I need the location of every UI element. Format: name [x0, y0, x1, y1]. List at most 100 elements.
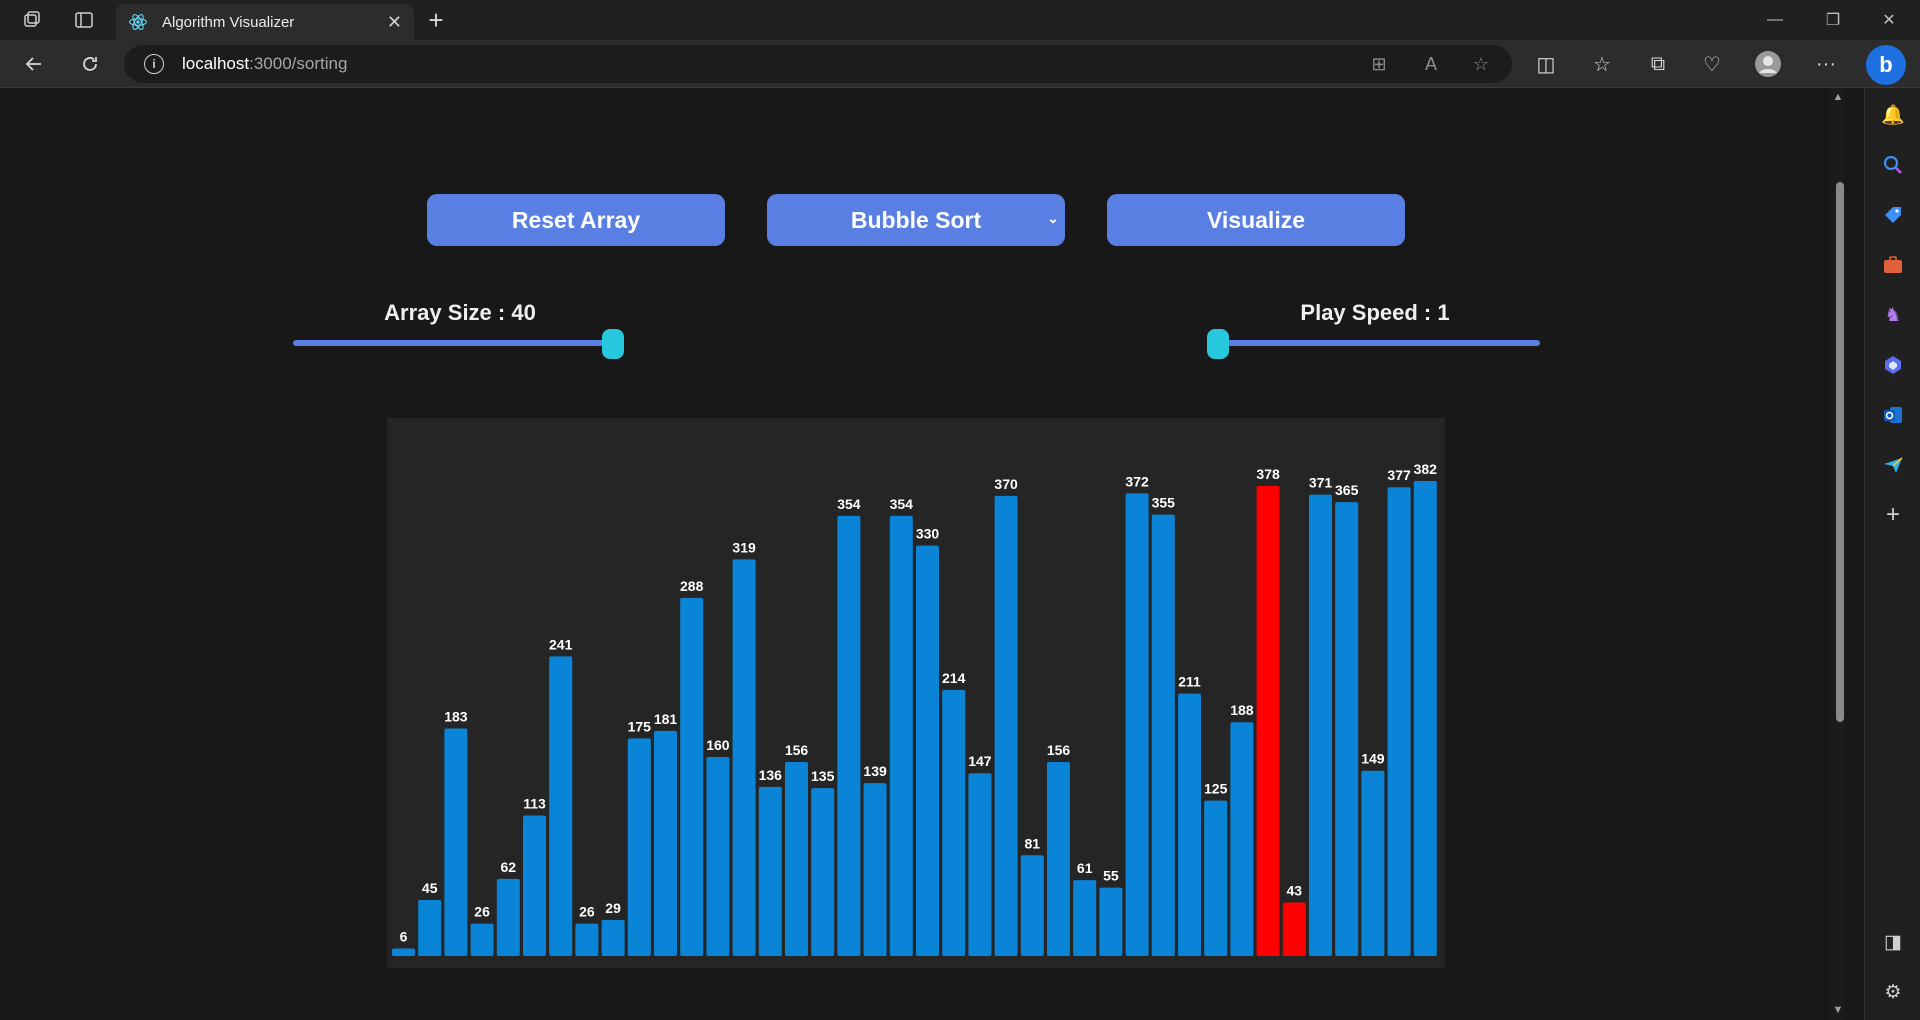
- profile-avatar-icon[interactable]: [1750, 48, 1786, 80]
- array-size-slider-thumb[interactable]: [602, 329, 624, 359]
- bar: [444, 728, 468, 956]
- restore-icon[interactable]: ❐: [1810, 0, 1856, 40]
- bar: [392, 948, 415, 956]
- bar: [523, 815, 546, 956]
- bar-value-label: 371: [1309, 475, 1333, 491]
- visualize-button[interactable]: Visualize: [1107, 194, 1405, 246]
- add-sidebar-app-icon[interactable]: +: [1879, 501, 1907, 529]
- search-icon[interactable]: [1879, 151, 1907, 179]
- browser-toolbar: i localhost:3000/sorting ⊞ A ☆ ◫ ☆ ⧉ ♡ ·…: [0, 40, 1920, 88]
- browser-essentials-icon[interactable]: ♡: [1694, 48, 1730, 80]
- tab-algorithm-visualizer[interactable]: Algorithm Visualizer ✕: [116, 4, 414, 40]
- bar: [942, 689, 966, 956]
- bar-value-label: 372: [1125, 473, 1149, 489]
- close-window-icon[interactable]: ✕: [1866, 0, 1912, 40]
- bar-value-label: 45: [422, 880, 438, 896]
- bar-value-label: 183: [444, 708, 468, 724]
- bar-value-label: 378: [1256, 466, 1280, 482]
- bar: [601, 919, 625, 956]
- bar: [968, 773, 992, 956]
- read-aloud-icon[interactable]: A: [1418, 53, 1444, 75]
- array-size-slider-track[interactable]: [293, 340, 623, 346]
- more-options-icon[interactable]: ···: [1808, 48, 1844, 80]
- address-bar[interactable]: i localhost:3000/sorting ⊞ A ☆: [124, 45, 1512, 83]
- edge-sidebar: 🔔 ♞ + ◨ ⚙: [1864, 88, 1920, 1020]
- notifications-bell-icon[interactable]: 🔔: [1879, 101, 1907, 129]
- bar-value-label: 211: [1178, 674, 1201, 690]
- bar-value-label: 61: [1077, 860, 1093, 876]
- bar-value-label: 135: [811, 768, 835, 784]
- games-chess-icon[interactable]: ♞: [1879, 301, 1907, 329]
- bar: [758, 786, 782, 956]
- back-button[interactable]: [16, 48, 52, 80]
- bar: [863, 783, 887, 956]
- close-tab-icon[interactable]: ✕: [387, 12, 402, 33]
- bar: [732, 559, 756, 956]
- bar-value-label: 175: [628, 718, 652, 734]
- bar-value-label: 354: [890, 496, 914, 512]
- scroll-up-icon[interactable]: ▲: [1832, 91, 1844, 103]
- bar: [654, 730, 677, 956]
- bar: [418, 900, 442, 956]
- workspaces-icon[interactable]: [14, 6, 50, 34]
- bar: [1073, 880, 1097, 956]
- bar-value-label: 147: [968, 753, 992, 769]
- sidebar-settings-gear-icon[interactable]: ⚙: [1879, 978, 1907, 1006]
- tab-actions-icon[interactable]: [66, 6, 102, 34]
- bar-value-label: 330: [916, 526, 940, 542]
- bar: [811, 788, 835, 956]
- hide-sidebar-icon[interactable]: ◨: [1879, 928, 1907, 956]
- bar: [1335, 502, 1359, 956]
- bar: [889, 515, 913, 956]
- bar: [470, 923, 494, 956]
- site-info-icon[interactable]: i: [144, 54, 164, 74]
- bar-value-label: 188: [1230, 702, 1254, 718]
- collections-icon[interactable]: ⧉: [1640, 48, 1676, 80]
- shopping-tag-icon[interactable]: [1879, 201, 1907, 229]
- bar-value-label: 241: [549, 636, 573, 652]
- bar-value-label: 377: [1387, 467, 1411, 483]
- bar: [1387, 487, 1411, 956]
- bar: [706, 757, 730, 956]
- play-speed-slider-track[interactable]: [1210, 340, 1540, 346]
- minimize-icon[interactable]: —: [1752, 0, 1798, 40]
- title-bar: Algorithm Visualizer ✕ + — ❐ ✕: [0, 0, 1920, 40]
- bar-value-label: 55: [1103, 868, 1119, 884]
- favorite-star-icon[interactable]: ☆: [1468, 53, 1494, 75]
- bar: [1151, 514, 1175, 956]
- bar: [1361, 770, 1385, 956]
- refresh-button[interactable]: [72, 48, 108, 80]
- bar-value-label: 354: [837, 496, 861, 512]
- bar: [1125, 493, 1149, 956]
- new-tab-button[interactable]: +: [420, 5, 452, 35]
- bar-value-label: 214: [942, 670, 966, 686]
- bar-value-label: 62: [501, 859, 517, 875]
- bar-value-label: 370: [994, 476, 1018, 492]
- bing-copilot-icon[interactable]: b: [1866, 45, 1906, 85]
- bar-value-label: 156: [1047, 742, 1071, 758]
- scrollbar-thumb[interactable]: [1836, 182, 1844, 722]
- send-drop-icon[interactable]: [1879, 451, 1907, 479]
- outlook-icon[interactable]: [1879, 401, 1907, 429]
- bar-value-label: 26: [474, 904, 490, 920]
- microsoft-365-icon[interactable]: [1879, 351, 1907, 379]
- bar: [1099, 887, 1123, 956]
- array-size-label: Array Size : 40: [384, 300, 536, 325]
- bar-value-label: 156: [785, 742, 809, 758]
- tools-briefcase-icon[interactable]: [1879, 251, 1907, 279]
- play-speed-slider-thumb[interactable]: [1207, 329, 1229, 359]
- bar: [680, 597, 704, 956]
- bar: [1178, 693, 1201, 956]
- app-available-icon[interactable]: ⊞: [1366, 53, 1392, 75]
- page-content: Reset Array Bubble Sort ⌄ Visualize Arra…: [0, 88, 1830, 1020]
- algorithm-select[interactable]: Bubble Sort ⌄: [767, 194, 1065, 246]
- scroll-down-icon[interactable]: ▼: [1832, 1004, 1844, 1016]
- bar-value-label: 160: [706, 737, 730, 753]
- bar: [496, 878, 520, 956]
- bar-value-label: 355: [1152, 495, 1176, 511]
- favorites-icon[interactable]: ☆: [1584, 48, 1620, 80]
- split-screen-icon[interactable]: ◫: [1528, 48, 1564, 80]
- reset-array-button[interactable]: Reset Array: [427, 194, 725, 246]
- bar: [575, 923, 599, 956]
- bar-value-label: 81: [1025, 835, 1041, 851]
